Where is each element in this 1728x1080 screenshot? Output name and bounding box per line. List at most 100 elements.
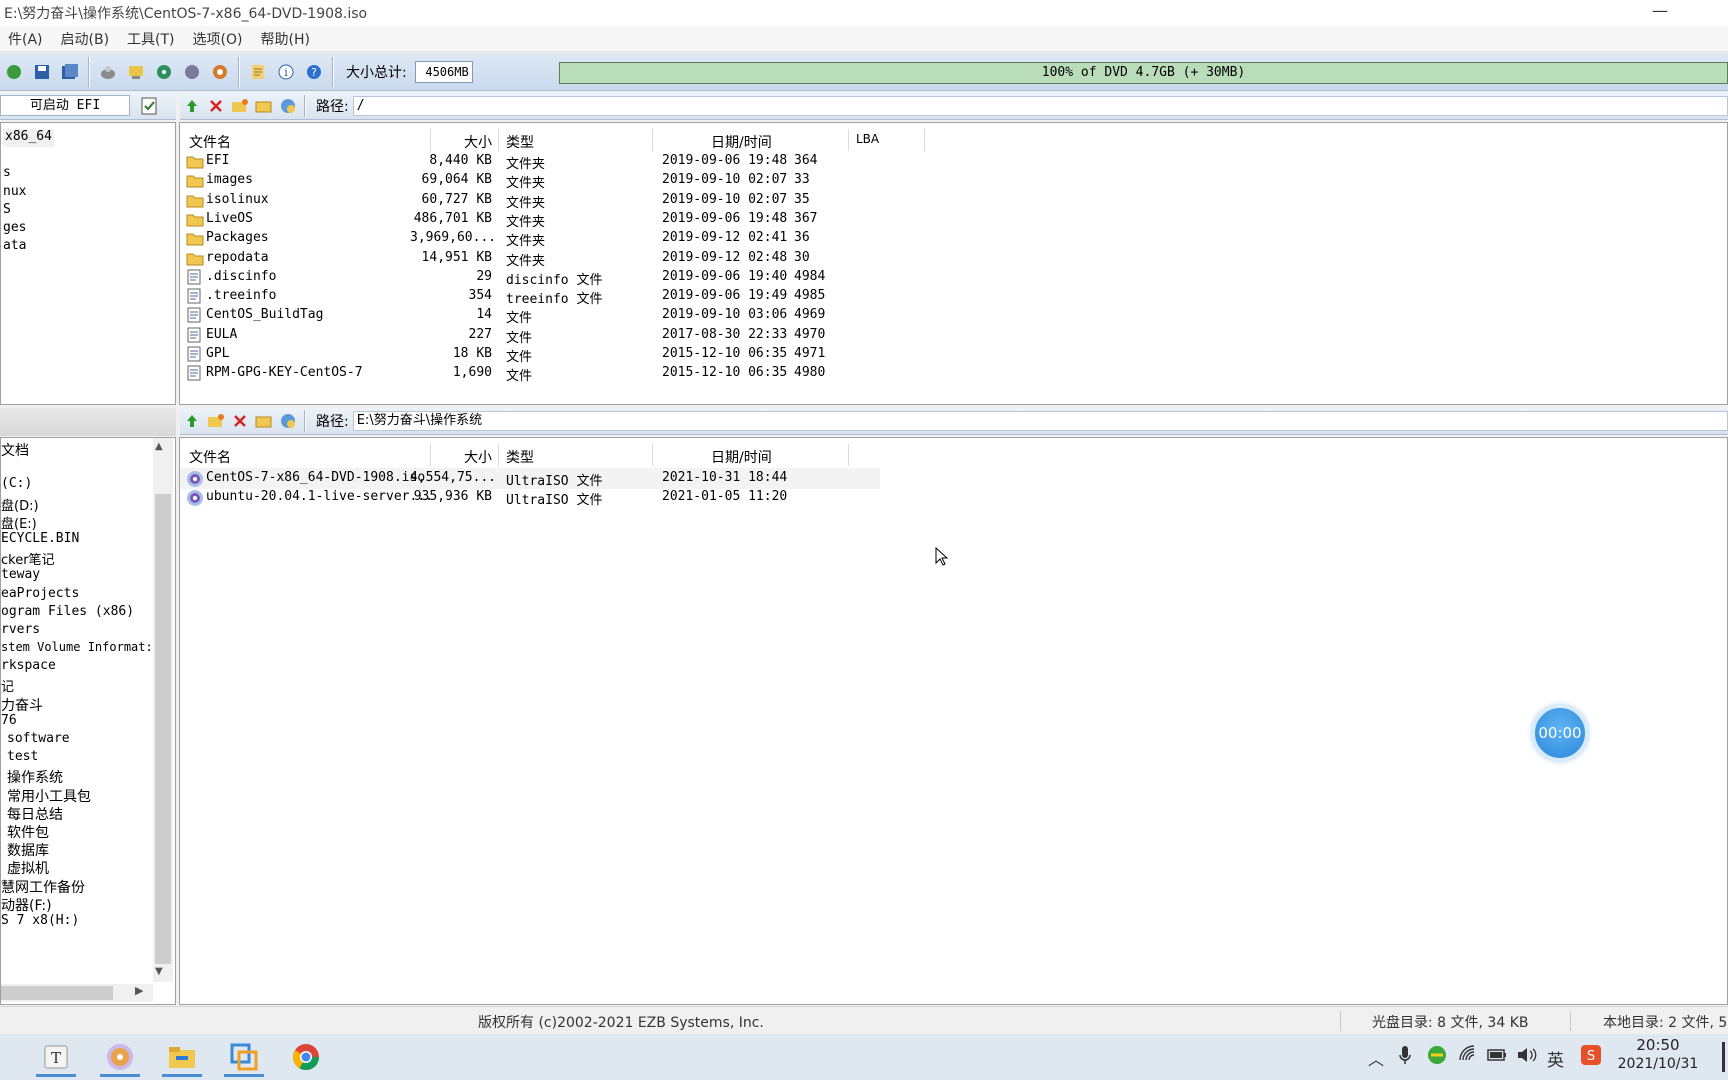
table-row[interactable]: GPL 18 KB 文件 2015-12-10 06:35 4971 xyxy=(180,344,940,365)
tree-item[interactable]: nux xyxy=(3,184,54,202)
table-row[interactable]: isolinux 60,727 KB 文件夹 2019-09-10 02:07 35 xyxy=(180,190,940,211)
taskbar-app-ultraiso[interactable] xyxy=(96,1037,144,1077)
info-icon[interactable]: i xyxy=(272,58,300,86)
taskbar-app-typora[interactable]: T xyxy=(32,1037,80,1077)
table-row[interactable]: RPM-GPG-KEY-CentOS-7 1,690 文件 2015-12-10 06… xyxy=(180,363,940,384)
taskbar-clock[interactable]: 20:50 2021/10/31 xyxy=(1612,1036,1704,1072)
tree-item[interactable]: 常用小工具包 xyxy=(1,786,153,805)
extract-icon[interactable] xyxy=(94,58,122,86)
menu-tools[interactable]: 工具(T) xyxy=(117,29,184,49)
tree-item[interactable]: 动器(F:) xyxy=(1,895,153,914)
table-row[interactable]: EFI 8,440 KB 文件夹 2019-09-06 19:48 364 xyxy=(180,151,940,172)
tray-360-icon[interactable] xyxy=(1426,1044,1448,1070)
local-new-folder-icon[interactable] xyxy=(204,407,228,435)
taskbar-app-file-explorer[interactable] xyxy=(158,1037,206,1077)
tree-item[interactable]: eaProjects xyxy=(1,586,153,604)
col-date-header[interactable]: 日期/时间 xyxy=(711,132,772,152)
tree-item[interactable] xyxy=(3,147,54,165)
tree-item[interactable]: 76 xyxy=(1,713,153,731)
boot-type-field[interactable]: 可启动 EFI xyxy=(0,95,130,116)
menu-boot[interactable]: 启动(B) xyxy=(51,29,120,49)
tree-hscroll-thumb[interactable] xyxy=(1,986,113,1000)
col-lba-header[interactable]: LBA xyxy=(856,132,879,146)
col-size-header[interactable]: 大小 xyxy=(430,447,492,467)
tray-input-method-icon[interactable]: S xyxy=(1580,1044,1602,1070)
help-icon[interactable]: ? xyxy=(300,58,328,86)
tree-item-drive-c[interactable]: (C:) xyxy=(1,476,153,494)
save-icon[interactable] xyxy=(28,58,56,86)
local-up-folder-icon[interactable] xyxy=(180,407,204,435)
tree-item[interactable]: test xyxy=(1,749,153,767)
iso-path-input[interactable]: / xyxy=(352,95,1728,116)
table-row[interactable]: images 69,064 KB 文件夹 2019-09-10 02:07 33 xyxy=(180,170,940,191)
tree-hscrollbar[interactable]: ▶ xyxy=(1,984,153,1002)
table-row[interactable]: .treeinfo 354 treeinfo 文件 2019-09-06 19:49 4… xyxy=(180,286,940,307)
tray-ime-indicator[interactable]: 英 xyxy=(1547,1046,1564,1071)
col-type-header[interactable]: 类型 xyxy=(506,132,534,152)
tree-item[interactable]: ges xyxy=(3,220,54,238)
tray-volume-icon[interactable] xyxy=(1516,1045,1538,1069)
taskbar-app-vmware[interactable] xyxy=(220,1037,268,1077)
table-row[interactable]: CentOS-7-x86_64-DVD-1908.iso 4,554,75... U… xyxy=(180,468,880,489)
compress-icon[interactable] xyxy=(178,58,206,86)
tree-item[interactable]: ata xyxy=(3,238,54,256)
taskbar-app-chrome[interactable] xyxy=(282,1037,330,1077)
refresh-view-icon[interactable] xyxy=(276,92,300,120)
scroll-right-arrow-icon[interactable]: ▶ xyxy=(135,984,143,997)
open-icon[interactable] xyxy=(0,58,28,86)
tree-item[interactable]: teway xyxy=(1,567,153,585)
tree-item[interactable]: rvers xyxy=(1,622,153,640)
tree-item-selected[interactable]: 操作系统 xyxy=(1,767,153,786)
burn-icon[interactable] xyxy=(122,58,150,86)
tray-wifi-icon[interactable] xyxy=(1458,1044,1478,1068)
tray-overflow-chevron-icon[interactable]: ︿ xyxy=(1368,1046,1384,1070)
local-path-input[interactable]: E:\努力奋斗\操作系统 xyxy=(352,410,1728,431)
menu-options[interactable]: 选项(O) xyxy=(183,29,253,49)
local-refresh-view-icon[interactable] xyxy=(276,407,300,435)
tree-item[interactable]: ECYCLE.BIN xyxy=(1,531,153,549)
tree-item[interactable]: S xyxy=(3,202,54,220)
table-row[interactable]: repodata 14,951 KB 文件夹 2019-09-12 02:48 30 xyxy=(180,248,940,269)
table-row[interactable]: .discinfo 29 discinfo 文件 2019-09-06 19:40 49… xyxy=(180,267,940,288)
save-as-icon[interactable] xyxy=(56,58,84,86)
tree-item[interactable]: 数据库 xyxy=(1,840,153,859)
tree-item[interactable]: S 7 x8(H:) xyxy=(1,913,153,931)
tray-microphone-icon[interactable] xyxy=(1398,1044,1412,1070)
col-date-header[interactable]: 日期/时间 xyxy=(711,447,772,467)
table-row[interactable]: LiveOS 486,701 KB 文件夹 2019-09-06 19:48 367 xyxy=(180,209,940,230)
boot-properties-icon[interactable] xyxy=(140,96,158,120)
tree-item[interactable] xyxy=(1,458,153,476)
local-delete-icon[interactable] xyxy=(228,407,252,435)
tree-item[interactable]: 虚拟机 xyxy=(1,858,153,877)
col-name-header[interactable]: 文件名 xyxy=(189,132,231,152)
tray-battery-icon[interactable] xyxy=(1486,1046,1508,1066)
tree-item[interactable]: ogram Files (x86) xyxy=(1,604,153,622)
tree-item[interactable]: cker笔记 xyxy=(1,549,153,568)
tree-item-drive-e[interactable]: 盘(E:) xyxy=(1,513,153,532)
recording-timer[interactable]: 00:00 xyxy=(1532,705,1588,761)
scroll-down-arrow-icon[interactable]: ▼ xyxy=(155,966,163,977)
tree-item[interactable]: 软件包 xyxy=(1,822,153,841)
col-name-header[interactable]: 文件名 xyxy=(189,447,231,467)
delete-icon[interactable] xyxy=(204,92,228,120)
tree-item-documents[interactable]: 文档 xyxy=(1,440,153,459)
table-row[interactable]: EULA 227 文件 2017-08-30 22:33 4970 xyxy=(180,325,940,346)
tree-item[interactable]: 慧网工作备份 xyxy=(1,877,153,896)
tree-item[interactable]: 每日总结 xyxy=(1,804,153,823)
tree-scroll-thumb[interactable] xyxy=(155,494,171,964)
table-row[interactable]: Packages 3,969,60... 文件夹 2019-09-12 02:41 36 xyxy=(180,228,940,249)
menu-help[interactable]: 帮助(H) xyxy=(250,29,319,49)
tree-item[interactable]: software xyxy=(1,731,153,749)
mount-icon[interactable] xyxy=(150,58,178,86)
tree-vscrollbar[interactable]: ▲ ▼ xyxy=(153,438,173,982)
col-size-header[interactable]: 大小 xyxy=(430,132,492,152)
tree-item[interactable]: rkspace xyxy=(1,658,153,676)
new-folder-icon[interactable] xyxy=(228,92,252,120)
show-desktop-button[interactable] xyxy=(1722,1042,1725,1072)
table-row[interactable]: CentOS_BuildTag 14 文件 2019-09-10 03:06 4969 xyxy=(180,305,940,326)
tree-item-drive-d[interactable]: 盘(D:) xyxy=(1,495,153,514)
properties-icon[interactable] xyxy=(244,58,272,86)
local-rename-icon[interactable] xyxy=(252,407,276,435)
tree-item[interactable]: 记 xyxy=(1,676,153,695)
table-row[interactable]: ubuntu-20.04.1-live-server... 935,936 KB U… xyxy=(180,487,880,508)
